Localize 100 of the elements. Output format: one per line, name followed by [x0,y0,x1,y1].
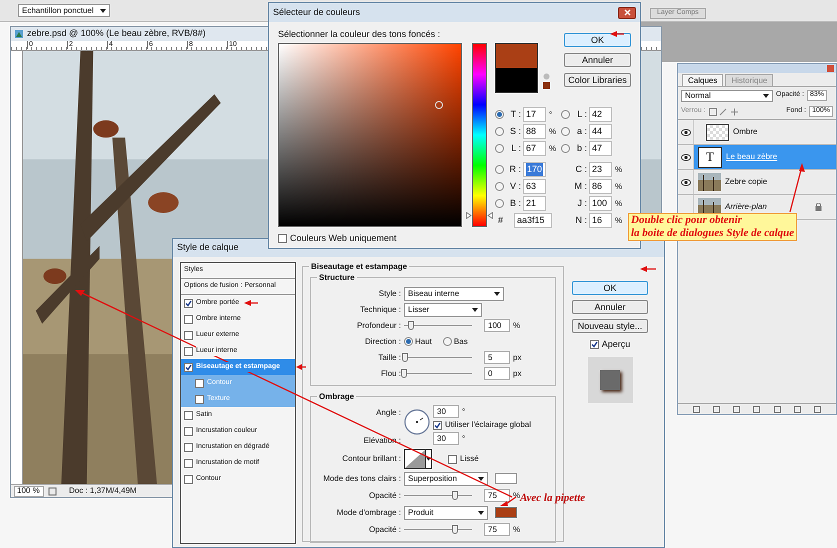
checkbox[interactable] [184,410,193,420]
input-field[interactable]: 21 [523,196,546,211]
hue-marker[interactable] [466,212,493,219]
input-field[interactable]: 86 [589,179,612,194]
slider-thumb[interactable] [452,491,458,500]
checkbox[interactable] [184,458,193,468]
eye-icon[interactable] [680,128,690,136]
close-button[interactable] [618,6,636,18]
toolbar-icon[interactable] [794,406,802,412]
toolbar-icon[interactable] [753,406,760,412]
input-field[interactable]: 47 [589,141,612,156]
color-swatch[interactable] [495,507,517,518]
dialog-button[interactable]: Color Libraries [564,73,631,87]
checkbox[interactable] [184,330,193,340]
dropdown[interactable]: Echantillon ponctuel [18,4,110,17]
input-field[interactable]: 30 [433,432,459,445]
slider-thumb[interactable] [402,353,408,362]
checkbox[interactable] [184,442,193,452]
input-field[interactable]: 63 [523,179,546,194]
input-field[interactable]: 44 [589,124,612,139]
angle-dial[interactable] [404,409,430,435]
layer-row[interactable]: T Le beau zèbre [678,145,836,170]
radio-button[interactable] [495,127,504,136]
slider-thumb[interactable] [401,369,407,378]
input-field[interactable]: 0 [484,367,510,380]
radio-button[interactable] [561,144,570,153]
dialog-title: Style de calque [177,241,239,254]
slider-thumb[interactable] [452,525,458,534]
input-field[interactable]: 100 [589,196,612,211]
toolbar-icon[interactable] [712,406,720,412]
input-field[interactable]: 16 [589,213,612,228]
input-field[interactable]: 170 [523,162,546,177]
checkbox[interactable] [195,394,204,404]
checkbox[interactable] [184,298,193,308]
slider[interactable] [404,353,472,362]
dropdown[interactable]: Biseau interne [404,286,504,300]
radio-button[interactable] [561,110,570,119]
radio-button[interactable] [495,144,504,153]
input-field[interactable]: 23 [589,162,612,177]
dialog-button[interactable]: Annuler [572,300,648,314]
input-field[interactable]: 5 [484,351,510,364]
eye-icon[interactable] [680,154,690,160]
color-swatch[interactable] [495,473,517,484]
unit-label: ° [462,406,466,418]
field-label: Mode d'ombrage : [336,506,401,518]
eye-icon[interactable] [680,178,690,186]
dropdown[interactable]: Normal [681,90,773,102]
color-field[interactable] [278,43,462,227]
input-field[interactable]: 88 [523,124,546,139]
toolbar-icon[interactable] [774,406,781,412]
toolbar-icon[interactable] [814,406,822,412]
field-label: B : [508,196,521,210]
slider[interactable] [404,369,472,378]
checkbox[interactable] [433,420,442,430]
zoom-field[interactable]: 100 % [14,486,44,496]
checkbox[interactable] [184,426,193,436]
input-field[interactable]: 100 [484,319,510,332]
contour-picker[interactable] [404,449,432,469]
radio-label: Haut [415,336,432,348]
dropdown[interactable]: Superposition [404,472,488,486]
toolbar-icon[interactable] [692,406,700,412]
checkbox[interactable] [590,340,599,350]
input-field[interactable]: 67 [523,141,546,156]
input-field[interactable]: 75 [484,489,510,502]
checkbox[interactable] [448,454,457,464]
dialog-button[interactable]: OK [564,33,631,47]
checkbox[interactable] [195,378,204,388]
dialog-button[interactable]: OK [572,281,648,295]
panel-tab[interactable]: Calques [682,74,724,86]
slider[interactable] [404,321,472,330]
dropdown[interactable]: Produit [404,506,488,520]
input-field[interactable]: 17 [523,107,546,122]
checkbox[interactable] [184,346,193,356]
radio-button[interactable] [442,337,452,346]
radio-button[interactable] [561,127,570,136]
export-icon[interactable] [48,486,57,496]
slider[interactable] [404,491,472,500]
slider-thumb[interactable] [408,321,414,330]
checkbox[interactable] [278,234,287,244]
dropdown[interactable]: Lisser [404,302,482,316]
input-field[interactable]: 30 [433,405,459,418]
hue-slider[interactable] [466,43,493,227]
radio-button[interactable] [495,199,504,208]
toolbar-icon[interactable] [733,406,740,412]
slider[interactable] [404,525,472,534]
radio-button[interactable] [495,110,504,119]
hex-field[interactable]: aa3f15 [514,213,552,228]
field-label: J : [576,196,587,210]
dialog-button[interactable]: Nouveau style... [572,319,648,333]
radio-button[interactable] [404,337,413,346]
input-field[interactable]: 42 [589,107,612,122]
input-field[interactable]: 75 [484,523,510,536]
radio-button[interactable] [495,182,504,191]
checkbox[interactable] [184,314,193,324]
radio-button[interactable] [495,165,504,174]
checkbox[interactable] [184,474,193,484]
color-marker[interactable] [435,101,443,109]
dialog-button[interactable]: Annuler [564,53,631,67]
checkbox[interactable] [184,362,193,372]
layer-row[interactable]: Zebre copie [678,170,836,195]
